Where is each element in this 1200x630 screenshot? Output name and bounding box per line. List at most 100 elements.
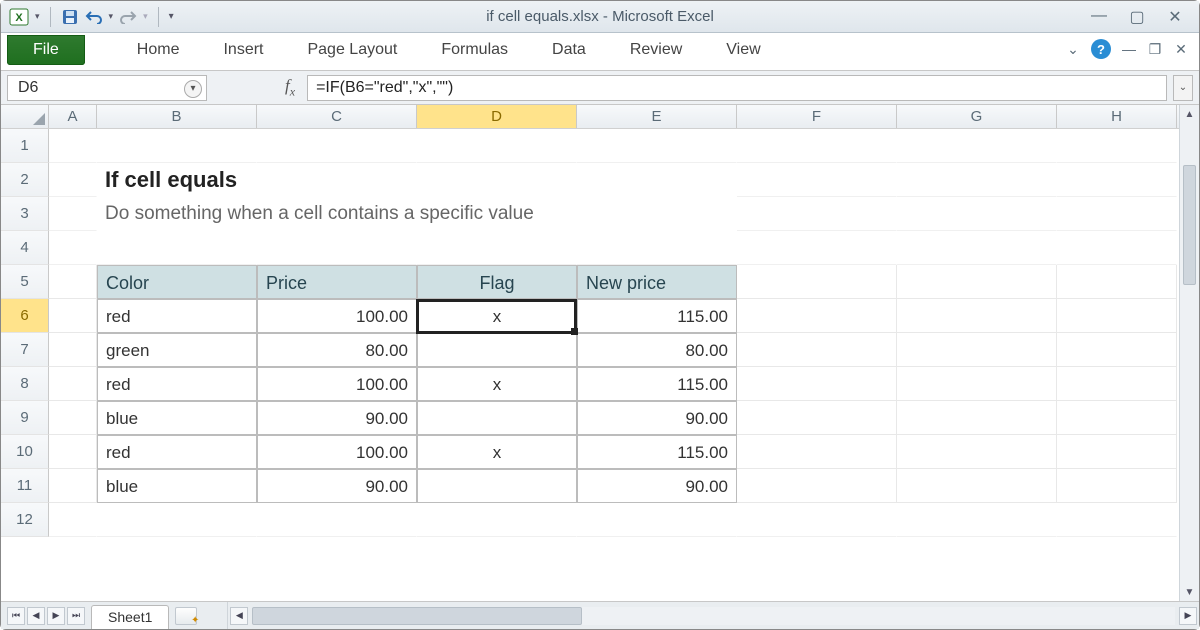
cell[interactable] <box>417 197 577 231</box>
cell[interactable] <box>577 163 737 197</box>
name-box[interactable]: D6 ▾ <box>7 75 207 101</box>
undo-icon[interactable] <box>85 10 103 24</box>
sheet-title[interactable]: If cell equals <box>97 163 257 197</box>
cell[interactable] <box>49 231 97 265</box>
qat-dropdown-icon[interactable]: ▾ <box>35 11 40 22</box>
cell[interactable] <box>1057 231 1177 265</box>
cell[interactable] <box>897 231 1057 265</box>
cell[interactable] <box>417 503 577 537</box>
fx-icon[interactable]: fx <box>279 76 301 99</box>
row-header-10[interactable]: 10 <box>1 435 49 469</box>
cell[interactable] <box>97 503 257 537</box>
table-cell[interactable]: 100.00 <box>257 367 417 401</box>
cell[interactable] <box>737 503 897 537</box>
col-header-B[interactable]: B <box>97 105 257 128</box>
close-icon[interactable]: ✕ <box>1165 7 1185 27</box>
table-cell[interactable]: 90.00 <box>577 469 737 503</box>
cell[interactable] <box>49 401 97 435</box>
cell[interactable] <box>737 469 897 503</box>
cell[interactable] <box>49 333 97 367</box>
maximize-icon[interactable]: ▢ <box>1127 7 1147 27</box>
cell[interactable] <box>1057 367 1177 401</box>
table-header-flag[interactable]: Flag <box>417 265 577 299</box>
table-cell[interactable]: 80.00 <box>257 333 417 367</box>
save-icon[interactable] <box>61 8 79 26</box>
cell[interactable] <box>49 367 97 401</box>
cell[interactable] <box>417 231 577 265</box>
table-cell[interactable]: blue <box>97 401 257 435</box>
tab-home[interactable]: Home <box>115 33 202 70</box>
horizontal-scrollbar[interactable]: ◀ ▶ <box>227 602 1199 629</box>
col-header-G[interactable]: G <box>897 105 1057 128</box>
cell[interactable] <box>1057 401 1177 435</box>
cell[interactable] <box>257 197 417 231</box>
table-cell[interactable]: 115.00 <box>577 299 737 333</box>
minimize-ribbon-icon[interactable]: ⌄ <box>1065 41 1081 58</box>
cell[interactable] <box>897 333 1057 367</box>
table-cell[interactable]: 90.00 <box>257 469 417 503</box>
row-header-9[interactable]: 9 <box>1 401 49 435</box>
cell[interactable] <box>577 231 737 265</box>
row-header-1[interactable]: 1 <box>1 129 49 163</box>
vertical-scrollbar[interactable]: ▲ ▼ <box>1179 105 1199 601</box>
cell[interactable] <box>897 163 1057 197</box>
undo-dropdown-icon[interactable]: ▾ <box>109 11 114 22</box>
row-header-12[interactable]: 12 <box>1 503 49 537</box>
sheet-tab[interactable]: Sheet1 <box>91 605 169 629</box>
table-cell[interactable]: 90.00 <box>257 401 417 435</box>
sheet-nav-last-icon[interactable]: ⏭ <box>67 607 85 625</box>
cell[interactable] <box>577 197 737 231</box>
cell[interactable] <box>49 265 97 299</box>
cell[interactable] <box>97 231 257 265</box>
tab-review[interactable]: Review <box>608 33 704 70</box>
scroll-up-icon[interactable]: ▲ <box>1180 105 1199 123</box>
cell[interactable] <box>737 197 897 231</box>
col-header-F[interactable]: F <box>737 105 897 128</box>
tab-view[interactable]: View <box>704 33 782 70</box>
cell[interactable] <box>577 129 737 163</box>
cell[interactable] <box>417 129 577 163</box>
workbook-restore-icon[interactable]: ❐ <box>1147 41 1163 58</box>
table-cell[interactable]: 100.00 <box>257 299 417 333</box>
scroll-down-icon[interactable]: ▼ <box>1180 583 1199 601</box>
hscroll-track[interactable] <box>252 607 1175 625</box>
cell[interactable] <box>1057 197 1177 231</box>
table-header-newprice[interactable]: New price <box>577 265 737 299</box>
cell[interactable] <box>49 299 97 333</box>
cell[interactable] <box>577 503 737 537</box>
table-cell[interactable]: blue <box>97 469 257 503</box>
col-header-C[interactable]: C <box>257 105 417 128</box>
cell[interactable] <box>1057 299 1177 333</box>
formula-input[interactable]: =IF(B6="red","x","") <box>307 75 1167 101</box>
cell[interactable] <box>737 401 897 435</box>
customize-qat-icon[interactable]: ▾ <box>169 11 174 22</box>
formula-expand-icon[interactable]: ⌄ <box>1173 75 1193 101</box>
row-header-2[interactable]: 2 <box>1 163 49 197</box>
select-all-corner[interactable] <box>1 105 49 128</box>
table-cell[interactable] <box>417 469 577 503</box>
table-cell[interactable] <box>417 333 577 367</box>
cell[interactable] <box>897 129 1057 163</box>
col-header-D[interactable]: D <box>417 105 577 128</box>
cell[interactable] <box>49 197 97 231</box>
cell[interactable] <box>737 265 897 299</box>
cell[interactable] <box>897 469 1057 503</box>
table-header-price[interactable]: Price <box>257 265 417 299</box>
tab-data[interactable]: Data <box>530 33 608 70</box>
cell[interactable] <box>897 367 1057 401</box>
workbook-close-icon[interactable]: ✕ <box>1173 41 1189 58</box>
cell[interactable] <box>897 197 1057 231</box>
table-cell[interactable]: red <box>97 435 257 469</box>
cell[interactable] <box>897 265 1057 299</box>
cell[interactable] <box>1057 435 1177 469</box>
table-cell[interactable]: x <box>417 367 577 401</box>
cell[interactable] <box>897 299 1057 333</box>
cell[interactable] <box>49 435 97 469</box>
cell[interactable] <box>49 469 97 503</box>
cell[interactable] <box>897 503 1057 537</box>
table-header-color[interactable]: Color <box>97 265 257 299</box>
minimize-icon[interactable]: — <box>1089 7 1109 27</box>
table-cell[interactable]: x <box>417 299 577 333</box>
row-header-6[interactable]: 6 <box>1 299 49 333</box>
scroll-left-icon[interactable]: ◀ <box>230 607 248 625</box>
